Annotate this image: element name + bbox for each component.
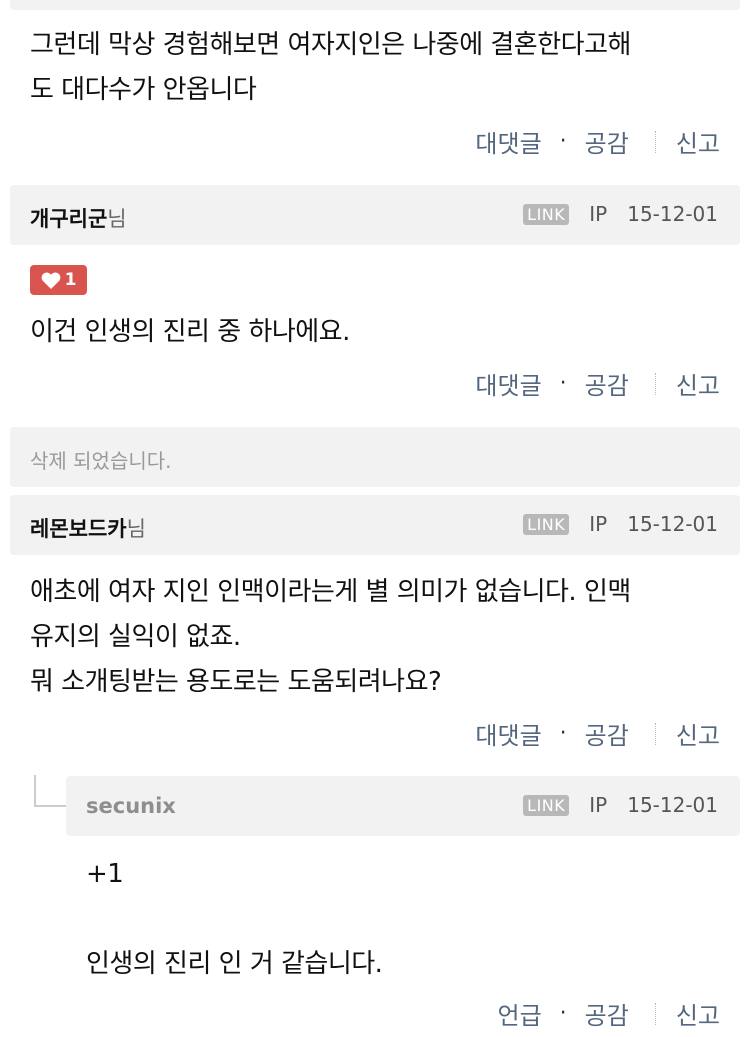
previous-comment-header: [10, 0, 740, 10]
report-button[interactable]: 신고: [676, 366, 720, 401]
comment-date: 15-12-01: [627, 512, 718, 536]
reply-button[interactable]: 대댓글: [475, 366, 541, 401]
comment-meta: LINK IP 15-12-01: [523, 512, 718, 536]
report-button[interactable]: 신고: [676, 716, 720, 751]
divider: [654, 130, 656, 153]
comment-actions: 대댓글 · 공감 신고: [475, 124, 720, 159]
reply-header: secunix LINK IP 15-12-01: [66, 776, 740, 836]
comment-date: 15-12-01: [627, 793, 718, 817]
comment-meta: LINK IP 15-12-01: [523, 793, 718, 817]
deleted-comment: 삭제 되었습니다.: [10, 427, 740, 487]
divider: [654, 372, 656, 395]
reply-indicator: [34, 775, 66, 807]
comment-actions: 대댓글 · 공감 신고: [475, 716, 720, 751]
reply-body: +1 인생의 진리 인 거 같습니다.: [86, 859, 383, 979]
like-button[interactable]: 공감: [585, 124, 629, 159]
mention-button[interactable]: 언급: [497, 996, 541, 1031]
separator-dot: ·: [559, 1001, 567, 1026]
link-badge[interactable]: LINK: [523, 203, 570, 225]
separator-dot: ·: [559, 371, 567, 396]
divider: [654, 722, 656, 745]
divider: [654, 1002, 656, 1025]
comment-header: 레몬보드카님 LINK IP 15-12-01: [10, 495, 740, 555]
comment-date: 15-12-01: [627, 202, 718, 226]
like-count-badge: 1: [30, 265, 87, 295]
ip-label: IP: [589, 793, 608, 817]
comment-body: 애초에 여자 지인 인맥이라는게 별 의미가 없습니다. 인맥 유지의 실익이 …: [30, 577, 631, 697]
reply-button[interactable]: 대댓글: [475, 124, 541, 159]
separator-dot: ·: [559, 129, 567, 154]
like-button[interactable]: 공감: [585, 366, 629, 401]
author-name[interactable]: secunix: [86, 794, 176, 818]
comment-body: 이건 인생의 진리 중 하나에요.: [30, 317, 350, 347]
separator-dot: ·: [559, 721, 567, 746]
link-badge[interactable]: LINK: [523, 513, 570, 535]
report-button[interactable]: 신고: [676, 996, 720, 1031]
heart-icon: [41, 272, 60, 289]
comment-actions: 대댓글 · 공감 신고: [475, 366, 720, 401]
report-button[interactable]: 신고: [676, 124, 720, 159]
like-count: 1: [64, 270, 77, 290]
link-badge[interactable]: LINK: [523, 794, 570, 816]
reply-actions: 언급 · 공감 신고: [497, 996, 720, 1031]
deleted-text: 삭제 되었습니다.: [30, 449, 172, 473]
ip-label: IP: [589, 512, 608, 536]
author-name[interactable]: 레몬보드카님: [30, 513, 146, 543]
like-button[interactable]: 공감: [585, 996, 629, 1031]
comment-meta: LINK IP 15-12-01: [523, 202, 718, 226]
author-name[interactable]: 개구리군님: [30, 203, 127, 233]
ip-label: IP: [589, 202, 608, 226]
like-button[interactable]: 공감: [585, 716, 629, 751]
comment-body: 그런데 막상 경험해보면 여자지인은 나중에 결혼한다고해 도 대다수가 안옵니…: [30, 30, 631, 105]
reply-button[interactable]: 대댓글: [475, 716, 541, 751]
comment-header: 개구리군님 LINK IP 15-12-01: [10, 185, 740, 245]
